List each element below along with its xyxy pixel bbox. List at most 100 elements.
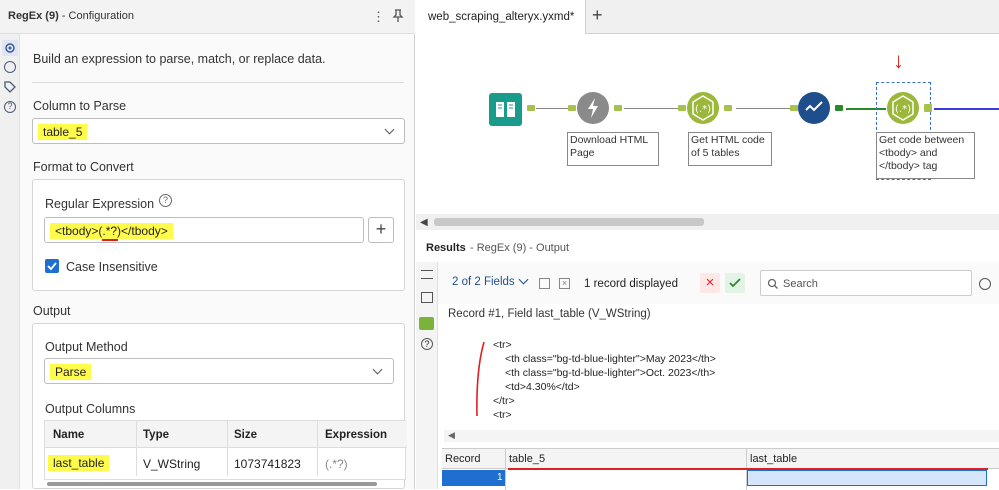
- svg-text:(.*): (.*): [895, 104, 911, 115]
- input-anchor[interactable]: [678, 105, 686, 111]
- annotation-line: Get HTML code: [691, 134, 765, 146]
- grid-header-record: Record: [445, 453, 481, 465]
- edit-icon[interactable]: [539, 278, 550, 289]
- regex-icon: (.*): [892, 95, 914, 121]
- more-options-icon[interactable]: ⋮: [372, 9, 385, 25]
- col-header-size: Size: [234, 429, 258, 441]
- case-insensitive-label: Case Insensitive: [66, 260, 158, 274]
- chevron-left-icon[interactable]: ◀: [448, 430, 455, 441]
- code-line: <tr>: [493, 339, 512, 351]
- tab-label: web_scraping_alteryx.yxmd*: [428, 11, 575, 23]
- cell-size: 1073741823: [234, 457, 301, 471]
- tab-workflow[interactable]: web_scraping_alteryx.yxmd*: [416, 0, 586, 34]
- regex-input[interactable]: <tbody>(.*?)</tbody>: [44, 217, 364, 243]
- results-grid: Record table_5 last_table 1: [442, 448, 999, 490]
- pin-icon[interactable]: [392, 9, 404, 26]
- col-header-expression: Expression: [325, 429, 387, 441]
- annotation-line: Get code between: [879, 134, 965, 146]
- connection-line: [736, 108, 798, 109]
- scroll-thumb[interactable]: [434, 218, 704, 226]
- regex-tool-1[interactable]: (.*): [687, 92, 719, 124]
- connection-icon[interactable]: [4, 61, 16, 73]
- results-side-icons: ?: [416, 262, 438, 489]
- cell-name: last_table: [48, 455, 110, 471]
- detail-scrollbar[interactable]: ◀: [444, 430, 999, 442]
- metadata-icon[interactable]: [419, 317, 434, 330]
- download-tool[interactable]: [577, 92, 609, 124]
- results-subtitle: - RegEx (9) - Output: [470, 242, 570, 254]
- grid-cell-table5[interactable]: [506, 470, 746, 486]
- lightning-icon: [588, 98, 598, 118]
- select-tool[interactable]: [798, 92, 830, 124]
- code-line: <tr>: [493, 409, 512, 421]
- case-insensitive-checkbox[interactable]: [45, 259, 59, 273]
- connection-line: [624, 108, 686, 109]
- annotation-line: </tbody> tag: [879, 160, 938, 172]
- results-toolbar: 2 of 2 Fields × 1 record displayed × Sea…: [438, 262, 999, 304]
- list-icon[interactable]: [421, 270, 433, 279]
- settings-icon[interactable]: [2, 40, 18, 56]
- table-icon[interactable]: [421, 292, 433, 303]
- output-anchor[interactable]: [724, 105, 732, 111]
- output-anchor[interactable]: [614, 105, 622, 111]
- grid-cell-last-table[interactable]: [747, 470, 987, 486]
- workflow-canvas[interactable]: Download HTML Page (.*) Get HTML code of…: [416, 34, 999, 214]
- output-section: Output Method Parse Output Columns Name …: [32, 323, 407, 489]
- output-method-value: Parse: [50, 364, 92, 380]
- code-line: <th class="bg-td-blue-lighter">Oct. 2023…: [505, 367, 716, 379]
- horizontal-scrollbar[interactable]: [47, 482, 377, 486]
- column-to-parse-value: table_5: [38, 124, 88, 140]
- config-body: Build an expression to parse, match, or …: [20, 34, 414, 489]
- input-data-tool[interactable]: [489, 93, 522, 126]
- annotation-line: Page: [570, 147, 595, 159]
- table-row[interactable]: 1: [442, 470, 505, 486]
- results-header: Results - RegEx (9) - Output: [416, 236, 999, 260]
- new-tab-button[interactable]: +: [592, 5, 603, 26]
- tag-icon[interactable]: [4, 81, 16, 96]
- help-icon[interactable]: ?: [159, 194, 172, 207]
- cell-type: V_WString: [143, 457, 201, 471]
- regex-label: Regular Expression: [45, 197, 155, 211]
- red-underline-mark: [102, 239, 118, 241]
- output-anchor[interactable]: [527, 105, 535, 111]
- check-icon: [805, 101, 823, 112]
- annotation-line: of 5 tables: [691, 147, 740, 159]
- search-input[interactable]: Search: [760, 270, 972, 296]
- code-line: </tr>: [493, 395, 515, 407]
- chevron-left-icon[interactable]: ◀: [420, 217, 428, 228]
- code-line: <td>4.30%</td>: [505, 381, 580, 393]
- fields-dropdown[interactable]: 2 of 2 Fields: [446, 269, 532, 295]
- annotation-line: Download HTML: [570, 134, 649, 146]
- record-value-text[interactable]: <tr> <th class="bg-td-blue-lighter">May …: [478, 338, 716, 422]
- output-anchor[interactable]: [924, 104, 932, 112]
- svg-text:(.*): (.*): [695, 104, 711, 115]
- canvas-scrollbar[interactable]: ◀: [416, 214, 999, 230]
- chevron-down-icon: [384, 124, 395, 135]
- error-filter-icon[interactable]: ×: [700, 273, 720, 293]
- regex-tool-2[interactable]: (.*): [887, 92, 919, 124]
- radio-option[interactable]: [979, 278, 991, 290]
- output-anchor[interactable]: [835, 105, 843, 111]
- search-icon: [767, 278, 778, 289]
- success-filter-icon[interactable]: [725, 273, 745, 293]
- column-to-parse-select[interactable]: table_5: [32, 118, 405, 144]
- red-bracket-mark: [476, 341, 485, 417]
- config-title: RegEx (9) - Configuration: [8, 10, 134, 22]
- annotation-download: Download HTML Page: [567, 132, 659, 166]
- help-icon[interactable]: ?: [421, 338, 433, 350]
- output-method-label: Output Method: [45, 340, 128, 354]
- chevron-down-icon: [518, 274, 529, 285]
- help-icon[interactable]: ?: [4, 101, 16, 113]
- input-anchor[interactable]: [568, 105, 576, 111]
- regex-value: <tbody>(.*?)</tbody>: [50, 223, 173, 239]
- output-columns-table: Name Type Size Expression last_table V_W…: [44, 420, 407, 480]
- output-method-select[interactable]: Parse: [44, 358, 394, 384]
- config-description: Build an expression to parse, match, or …: [33, 52, 326, 66]
- clear-icon[interactable]: ×: [559, 278, 570, 289]
- config-header: RegEx (9) - Configuration ⋮: [0, 0, 415, 34]
- add-expression-button[interactable]: +: [368, 217, 394, 243]
- table-row[interactable]: last_table V_WString 1073741823 (.*?): [45, 449, 407, 476]
- input-anchor[interactable]: [790, 105, 798, 111]
- cell-expression: (.*?): [325, 457, 348, 471]
- code-line: <th class="bg-td-blue-lighter">May 2023<…: [505, 353, 716, 365]
